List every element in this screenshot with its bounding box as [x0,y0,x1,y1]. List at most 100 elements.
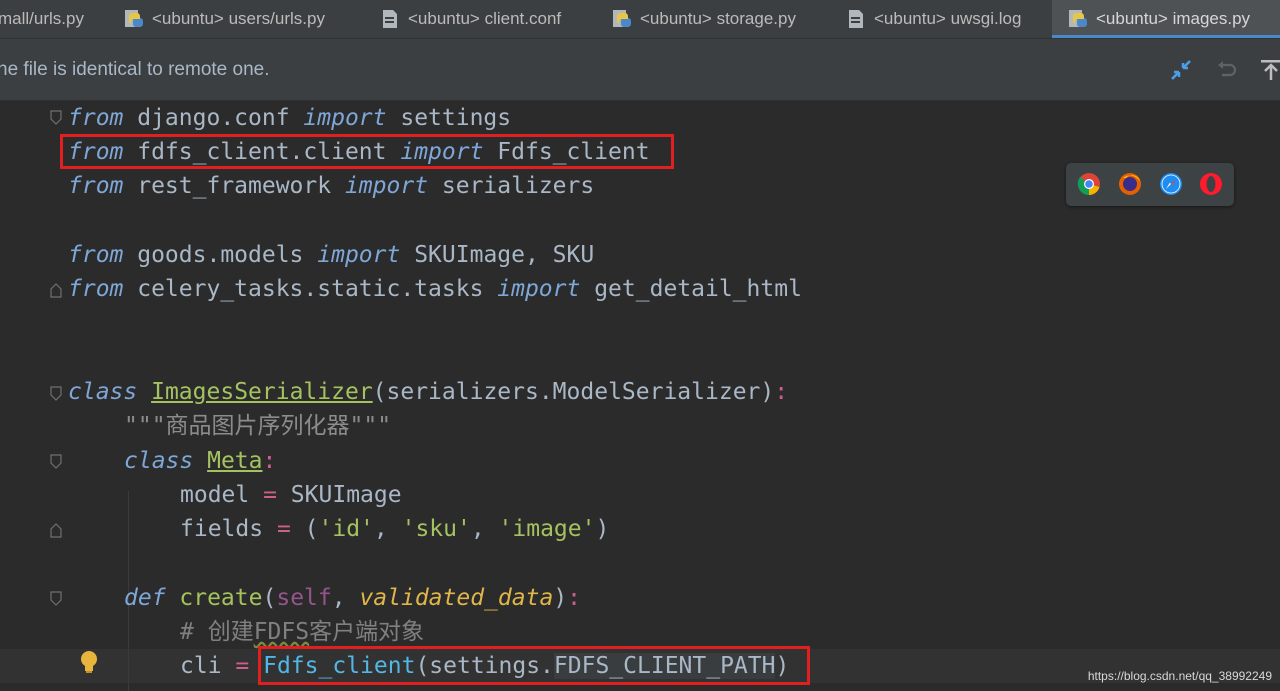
tab-label: <ubuntu> storage.py [640,9,796,28]
keyword-import: import [497,276,581,302]
code-line-1: from django.conf import settings [68,101,511,135]
keyword-import: import [317,242,401,268]
comma: , [470,516,499,542]
revert-icon[interactable] [1214,57,1240,83]
code-line-6: from celery_tasks.static.tasks import ge… [68,272,802,306]
import-name: settings [386,105,512,131]
opera-icon[interactable] [1199,172,1223,196]
colon: : [774,379,789,405]
tab-label: <ubuntu> uwsgi.log [874,9,1022,28]
keyword-import: import [344,173,429,199]
module-name: django.conf [123,105,304,131]
fold-start-icon[interactable] [50,591,62,607]
tab-storage[interactable]: <ubuntu> storage.py [612,0,827,38]
string-literal: 'image' [498,516,596,542]
fold-start-icon[interactable] [50,386,62,402]
module-name: rest_framework [123,173,345,199]
editor-tab-bar: mall/urls.py <ubuntu> users/urls.py <ubu… [0,0,1280,39]
comma: , [331,585,360,611]
tab-label: mall/urls.py [0,9,84,28]
chrome-icon[interactable] [1077,172,1101,196]
tab-label: <ubuntu> users/urls.py [152,9,325,28]
module-name: celery_tasks.static.tasks [123,276,498,302]
import-name: SKUImage, SKU [400,242,595,268]
string-literal: 'id' [318,516,374,542]
param-name: validated_data [359,585,554,611]
comment-text: 客户端对象 [309,619,425,645]
lightbulb-icon[interactable] [78,649,100,675]
operator: = [235,653,250,679]
var-name: cli [180,653,236,679]
tab-mall-urls[interactable]: mall/urls.py [0,0,113,38]
upload-icon[interactable] [1258,57,1280,83]
code-line-fields: fields = ('id', 'sku', 'image') [180,512,609,546]
operator: = [276,516,291,542]
notice-text: he file is identical to remote one. [0,59,270,80]
code-line-5: from goods.models import SKUImage, SKU [68,238,594,272]
tab-images[interactable]: <ubuntu> images.py [1052,0,1280,38]
module-name: goods.models [123,242,318,268]
colon: : [262,448,277,474]
firefox-icon[interactable] [1118,172,1142,196]
operator: = [263,482,277,508]
var-name: fields [180,516,277,542]
paren: ( [290,516,319,542]
paren: ( [262,585,277,611]
keyword-import: import [303,105,387,131]
code-line-comment: # 创建FDFS客户端对象 [180,615,424,649]
colon: : [567,585,582,611]
fold-start-icon[interactable] [50,454,62,470]
import-name: serializers [428,173,595,199]
code-line-def: def create(self, validated_data): [124,581,581,615]
browser-chooser [1066,163,1234,206]
class-name[interactable]: ImagesSerializer [151,379,373,405]
python-file-icon [612,9,632,29]
code-line-meta: class Meta: [124,444,276,478]
docstring-quotes: """ [349,413,392,439]
code-line-docstring: """商品图片序列化器""" [124,409,391,443]
tab-label: <ubuntu> client.conf [408,9,562,28]
text-file-icon [846,9,866,29]
highlight-box-client-call [258,646,810,685]
remote-file-notice-bar: he file is identical to remote one. [0,39,1280,101]
text-file-icon [380,9,400,29]
keyword-from: from [68,276,124,302]
keyword-def: def [124,585,166,611]
function-name[interactable]: create [166,585,262,611]
paren: ) [553,585,568,611]
var-value: SKUImage [276,482,402,508]
keyword-from: from [68,173,124,199]
tab-uwsgi-log[interactable]: <ubuntu> uwsgi.log [846,0,1046,38]
import-name: get_detail_html [580,276,802,302]
safari-icon[interactable] [1159,172,1183,196]
highlight-box-import [60,134,674,169]
self-param: self [276,585,332,611]
indent-guide [128,621,129,691]
python-file-icon [1068,9,1088,29]
keyword-class: class [68,379,138,405]
compare-icon[interactable] [1168,57,1194,83]
docstring-text: 商品图片序列化器 [165,413,350,439]
keyword-from: from [68,105,124,131]
keyword-from: from [68,242,124,268]
code-line-model: model = SKUImage [180,478,402,512]
tab-users-urls[interactable]: <ubuntu> users/urls.py [124,0,360,38]
tab-label: <ubuntu> images.py [1096,9,1251,28]
comment-text-typo: FDFS [253,619,310,645]
var-name: model [180,482,264,508]
fold-start-icon[interactable] [50,110,62,126]
paren: ) [595,516,610,542]
comment-text: # 创建 [180,619,254,645]
class-name[interactable]: Meta [207,448,262,474]
string-literal: 'sku' [401,516,471,542]
code-line-3: from rest_framework import serializers [68,169,594,203]
tab-client-conf[interactable]: <ubuntu> client.conf [380,0,590,38]
keyword-class: class [124,448,194,474]
python-file-icon [124,9,144,29]
fold-end-icon[interactable] [50,522,62,538]
comma: , [373,516,402,542]
watermark-text: https://blog.csdn.net/qq_38992249 [1087,669,1272,683]
fold-end-icon[interactable] [50,282,62,298]
docstring-quotes: """ [124,413,166,439]
code-line-class: class ImagesSerializer(serializers.Model… [68,375,788,409]
